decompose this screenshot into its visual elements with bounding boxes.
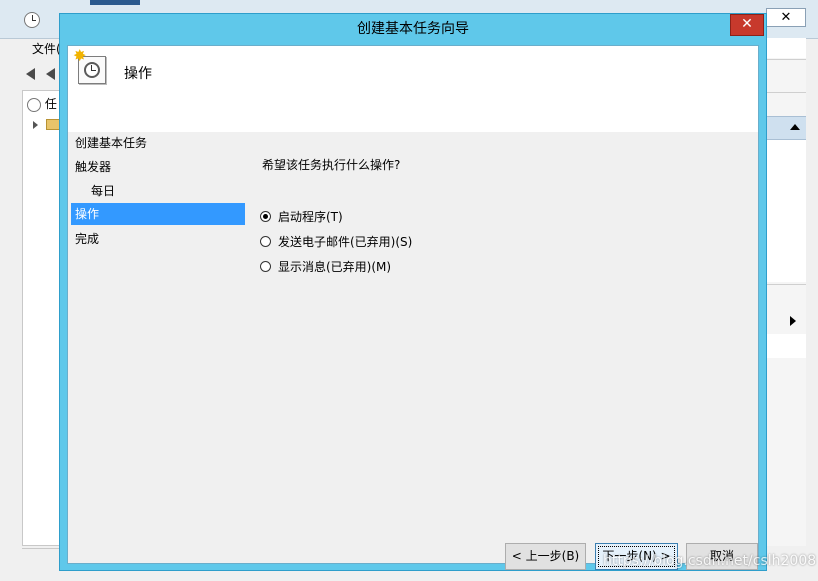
actions-list (766, 140, 806, 282)
actions-section-header[interactable] (766, 116, 806, 140)
clock-icon (27, 97, 41, 112)
actions-list-lower (766, 334, 806, 358)
option-display-message[interactable]: 显示消息(已弃用)(M) (260, 257, 391, 277)
navigation-tree: 任 (22, 90, 64, 546)
option-label: 显示消息(已弃用)(M) (278, 260, 392, 274)
step-action[interactable]: 操作 (71, 203, 245, 225)
folder-icon (45, 119, 60, 130)
option-start-program[interactable]: 启动程序(T) (260, 207, 343, 227)
divider (766, 59, 806, 60)
step-create-basic-task[interactable]: 创建基本任务 (71, 132, 245, 154)
actions-panel-blank (766, 38, 806, 58)
step-daily[interactable]: 每日 (71, 180, 245, 202)
clock-icon (84, 62, 100, 78)
action-question: 希望该任务执行什么操作? (262, 158, 401, 172)
forward-arrow-icon[interactable] (46, 68, 55, 80)
option-send-email[interactable]: 发送电子邮件(已弃用)(S) (260, 232, 412, 252)
collapse-up-icon[interactable] (790, 124, 800, 130)
back-arrow-icon[interactable] (26, 68, 35, 80)
back-button[interactable]: < 上一步(B) (505, 543, 586, 570)
radio-unchecked-icon[interactable] (260, 236, 271, 247)
background-close-button[interactable]: ✕ (766, 8, 806, 27)
background-toolbar (22, 62, 62, 86)
divider (766, 284, 806, 285)
background-status-bar (22, 548, 64, 571)
dialog-title: 创建基本任务向导 (357, 21, 469, 37)
tree-root-label: 任 (44, 97, 57, 111)
submenu-arrow-icon[interactable] (790, 316, 796, 326)
wizard-header: ✸ 操作 (68, 46, 758, 132)
task-scheduler-wizard-icon: ✸ (73, 48, 106, 84)
clock-icon (24, 12, 40, 28)
star-icon: ✸ (73, 46, 87, 65)
watermark: https://blog.csdn.net/cslh2008 (603, 553, 817, 569)
option-label: 启动程序(T) (278, 210, 343, 224)
step-trigger[interactable]: 触发器 (71, 156, 245, 178)
wizard-step-heading: 操作 (124, 66, 152, 82)
divider (766, 92, 806, 93)
tree-root-item[interactable]: 任 (27, 95, 57, 113)
radio-checked-icon[interactable] (260, 211, 271, 222)
tree-child-item[interactable] (33, 117, 60, 131)
menu-file[interactable]: 文件( (22, 38, 64, 60)
wizard-step-list: 创建基本任务 触发器 每日 操作 完成 (68, 132, 246, 562)
background-tab-strip (90, 0, 140, 5)
dialog-close-button[interactable]: ✕ (730, 14, 764, 36)
expand-arrow-icon[interactable] (33, 120, 38, 129)
step-finish[interactable]: 完成 (71, 228, 245, 250)
dialog-client-area: ✸ 操作 创建基本任务 触发器 每日 操作 完成 希望该任务执行什么操作? 启动… (67, 45, 759, 570)
radio-unchecked-icon[interactable] (260, 261, 271, 272)
option-label: 发送电子邮件(已弃用)(S) (278, 235, 413, 249)
actions-panel (766, 38, 806, 546)
create-basic-task-wizard: 创建基本任务向导 ✕ ✸ 操作 创建基本任务 触发器 每日 操作 完成 希望该任… (59, 13, 767, 571)
